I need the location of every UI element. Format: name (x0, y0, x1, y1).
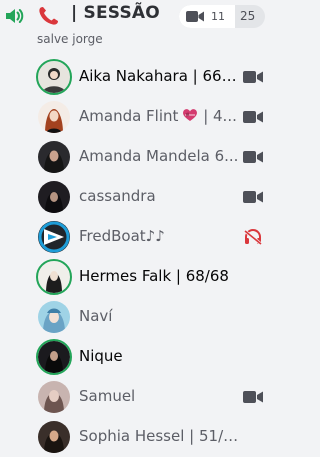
channel-status: salve jorge (37, 32, 103, 46)
member-name: Naví (79, 307, 113, 325)
avatar (38, 381, 70, 413)
member-row[interactable]: Sophia Hessel | 51/51 (0, 417, 282, 457)
counter-limit-value: 25 (240, 9, 256, 23)
headset-muted-icon (244, 229, 262, 245)
camera-icon (186, 11, 204, 22)
camera-icon (243, 151, 263, 163)
avatar (38, 421, 70, 453)
phone-icon (39, 7, 58, 25)
voice-channel-header[interactable]: | SESSÃO 11 25 salve jorge (0, 0, 282, 50)
member-name: FredBoat♪♪ (79, 227, 165, 245)
avatar (38, 261, 70, 293)
member-row[interactable]: FredBoat♪♪ (0, 217, 282, 257)
member-row[interactable]: Nique (0, 337, 282, 377)
member-name: Sophia Hessel | 51/51 (79, 427, 241, 445)
speaker-icon (6, 9, 24, 23)
member-row[interactable]: Amanda Flint | 4... (0, 97, 282, 137)
member-name: Nique (79, 347, 123, 365)
camera-icon (243, 71, 263, 83)
member-name: Amanda Mandela 6... (79, 147, 239, 165)
counter-current-segment: 11 (179, 5, 235, 28)
avatar (38, 341, 70, 373)
member-row[interactable]: cassandra (0, 177, 282, 217)
heart-emoji-icon (183, 109, 198, 121)
avatar (38, 301, 70, 333)
camera-icon (243, 191, 263, 203)
counter-current-value: 11 (211, 10, 225, 23)
user-limit-counter: 11 25 (179, 5, 265, 28)
member-name: Hermes Falk | 68/68 (79, 267, 229, 285)
camera-icon (243, 111, 263, 123)
member-row[interactable]: Amanda Mandela 6... (0, 137, 282, 177)
member-name: cassandra (79, 187, 156, 205)
member-name: Amanda Flint | 4... (79, 107, 237, 125)
member-name: Aika Nakahara | 66/66 (79, 67, 241, 85)
avatar (38, 181, 70, 213)
camera-icon (243, 391, 263, 403)
avatar (38, 101, 70, 133)
avatar (38, 61, 70, 93)
avatar (38, 141, 70, 173)
member-row[interactable]: Hermes Falk | 68/68 (0, 257, 282, 297)
member-name: Samuel (79, 387, 136, 405)
member-row[interactable]: Aika Nakahara | 66/66 (0, 57, 282, 97)
channel-name: | SESSÃO (71, 3, 160, 23)
avatar (38, 221, 70, 253)
member-row[interactable]: Naví (0, 297, 282, 337)
member-row[interactable]: Samuel (0, 377, 282, 417)
